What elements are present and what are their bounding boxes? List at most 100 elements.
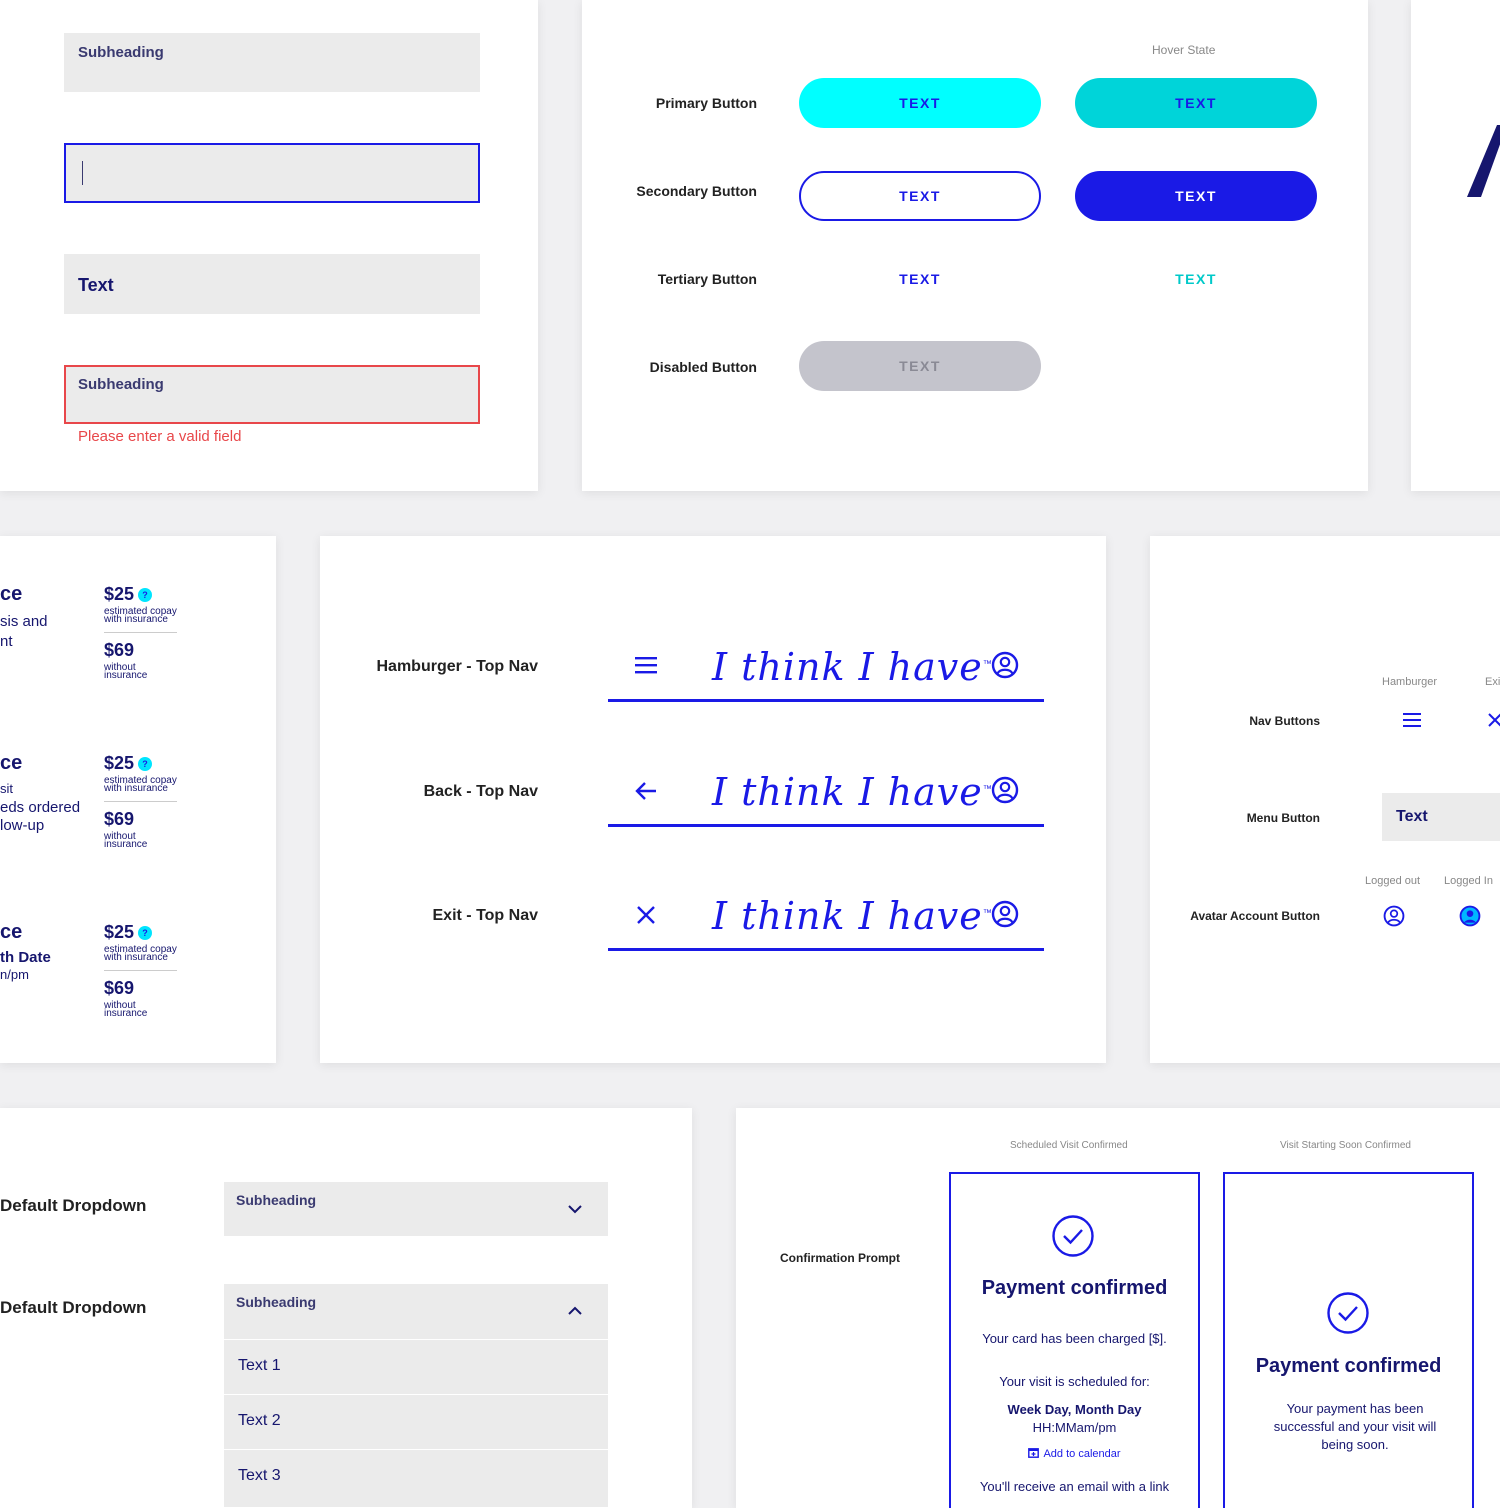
tertiary-button[interactable]: TEXT xyxy=(799,254,1041,304)
dropdown-option[interactable]: Text 2 xyxy=(224,1395,608,1450)
hamburger-icon[interactable] xyxy=(634,655,658,675)
chevron-up-icon[interactable] xyxy=(568,1306,582,1316)
dropdowns-card: Default Dropdown Subheading Default Drop… xyxy=(0,1108,692,1508)
close-icon[interactable] xyxy=(636,905,656,925)
nav-buttons-label: Nav Buttons xyxy=(1249,714,1320,728)
secondary-button-label: Secondary Button xyxy=(636,183,757,199)
help-icon[interactable]: ? xyxy=(138,926,153,941)
pricing-desc-3b: n/pm xyxy=(0,967,29,982)
pricing-title-3: ce xyxy=(0,921,23,943)
scheduled-visit-label: Scheduled Visit Confirmed xyxy=(1010,1140,1128,1151)
buttons-card: Hover State Primary Button TEXT TEXT Sec… xyxy=(582,0,1368,491)
full-note-1b: insurance xyxy=(104,670,148,681)
tertiary-button-label: Tertiary Button xyxy=(657,271,757,287)
payment-confirmed-scheduled: Payment confirmed Your card has been cha… xyxy=(949,1172,1200,1508)
full-price-1: $69 xyxy=(104,640,135,660)
secondary-button-hover[interactable]: TEXT xyxy=(1075,171,1317,221)
back-arrow-icon[interactable] xyxy=(634,780,658,802)
brand-logo[interactable]: I think I have™ xyxy=(712,894,993,938)
visit-starting-label: Visit Starting Soon Confirmed xyxy=(1280,1140,1411,1151)
dropdown-option[interactable]: Text 1 xyxy=(224,1340,608,1395)
dropdown-option-text: Text 1 xyxy=(238,1357,281,1374)
pricing-desc-1b: nt xyxy=(0,633,13,650)
primary-button-label: Primary Button xyxy=(655,95,757,111)
brand-logo[interactable]: I think I have™ xyxy=(712,645,993,689)
full-note-2b: insurance xyxy=(104,839,148,850)
dropdown-option-text: Text 2 xyxy=(238,1412,281,1429)
disabled-button: TEXT xyxy=(799,341,1041,391)
account-icon[interactable] xyxy=(991,900,1019,928)
dropdown-option-text: Text 3 xyxy=(238,1467,281,1484)
hamburger-column-label: Hamburger xyxy=(1382,676,1438,688)
hamburger-nav-label: Hamburger - Top Nav xyxy=(376,658,539,675)
add-to-calendar-link[interactable]: Add to calendar xyxy=(951,1447,1198,1460)
back-nav-label: Back - Top Nav xyxy=(423,783,538,800)
default-dropdown-label: Default Dropdown xyxy=(0,1196,147,1215)
pricing-title-2: ce xyxy=(0,752,23,774)
full-note-3b: insurance xyxy=(104,1008,148,1019)
visit-time: HH:MMam/pm xyxy=(1032,1420,1117,1435)
focused-input[interactable] xyxy=(64,143,480,203)
pricing-desc-2a: sit xyxy=(0,781,13,796)
avatar-logged-in-icon[interactable] xyxy=(1459,905,1481,927)
price-divider-1 xyxy=(104,632,177,633)
help-icon[interactable]: ? xyxy=(138,757,153,772)
check-circle-icon xyxy=(1052,1215,1094,1257)
hover-state-label: Hover State xyxy=(1152,43,1216,57)
menu-button-label: Menu Button xyxy=(1246,811,1320,825)
brand-logo[interactable]: I think I have™ xyxy=(712,770,993,814)
tertiary-button-hover[interactable]: TEXT xyxy=(1075,254,1317,304)
visit-date: Week Day, Month Day xyxy=(1007,1402,1142,1417)
partial-letter-graphic xyxy=(1467,125,1500,197)
close-icon[interactable] xyxy=(1487,712,1500,728)
partial-card-top-right xyxy=(1411,0,1500,491)
pricing-desc-1a: sis and xyxy=(0,613,48,630)
help-icon[interactable]: ? xyxy=(138,588,153,603)
menu-button[interactable]: Text xyxy=(1382,793,1500,841)
dropdown-value: Subheading xyxy=(236,1294,317,1310)
payment-success-line-1: Your payment has been xyxy=(1286,1401,1424,1416)
pricing-title-1: ce xyxy=(0,583,23,605)
default-dropdown-open[interactable]: Subheading xyxy=(224,1284,608,1340)
account-icon[interactable] xyxy=(991,651,1019,679)
default-dropdown-closed[interactable]: Subheading xyxy=(224,1182,608,1237)
check-circle-icon xyxy=(1327,1292,1369,1334)
secondary-button[interactable]: TEXT xyxy=(799,171,1041,221)
confirmation-title: Payment confirmed xyxy=(981,1277,1168,1299)
exit-column-label: Exi xyxy=(1485,676,1500,688)
filled-input-value: Text xyxy=(78,275,114,295)
chevron-down-icon[interactable] xyxy=(568,1204,582,1214)
payment-success-line-3: being soon. xyxy=(1321,1437,1389,1452)
error-input[interactable]: Subheading xyxy=(64,365,480,424)
text-cursor xyxy=(82,161,83,185)
full-price-2: $69 xyxy=(104,809,135,829)
pricing-desc-2c: low-up xyxy=(0,817,45,834)
primary-button-hover[interactable]: TEXT xyxy=(1075,78,1317,128)
default-dropdown-open-label: Default Dropdown xyxy=(0,1298,147,1317)
avatar-account-label: Avatar Account Button xyxy=(1190,909,1320,923)
copay-price-1: $25? xyxy=(104,584,153,605)
nav-buttons-card: Hamburger Exi Nav Buttons Menu Button Te… xyxy=(1150,536,1500,1063)
account-icon[interactable] xyxy=(991,776,1019,804)
confirmation-prompt-label: Confirmation Prompt xyxy=(780,1251,900,1265)
dropdown-option[interactable]: Text 3 xyxy=(224,1450,608,1508)
subheading-input[interactable]: Subheading xyxy=(64,33,480,92)
exit-top-nav: I think I have™ xyxy=(608,888,1044,951)
hamburger-icon[interactable] xyxy=(1403,712,1421,728)
filled-input[interactable]: Text xyxy=(64,254,480,314)
exit-nav-label: Exit - Top Nav xyxy=(432,907,539,924)
copay-note-1b: with insurance xyxy=(104,614,168,625)
copay-note-3b: with insurance xyxy=(104,952,168,963)
copay-price-2: $25? xyxy=(104,753,153,774)
calendar-icon xyxy=(1028,1448,1040,1458)
copay-price-3: $25? xyxy=(104,922,153,943)
confirmation-title: Payment confirmed xyxy=(1255,1355,1442,1377)
avatar-logged-out-icon[interactable] xyxy=(1383,905,1405,927)
payment-confirmed-starting: Payment confirmed Your payment has been … xyxy=(1223,1172,1474,1508)
primary-button[interactable]: TEXT xyxy=(799,78,1041,128)
logged-in-label: Logged In xyxy=(1444,875,1493,887)
price-divider-3 xyxy=(104,970,177,971)
pricing-desc-3a: th Date xyxy=(0,949,51,966)
confirmation-card: Scheduled Visit Confirmed Visit Starting… xyxy=(736,1108,1500,1508)
hamburger-top-nav: I think I have™ xyxy=(608,639,1044,702)
